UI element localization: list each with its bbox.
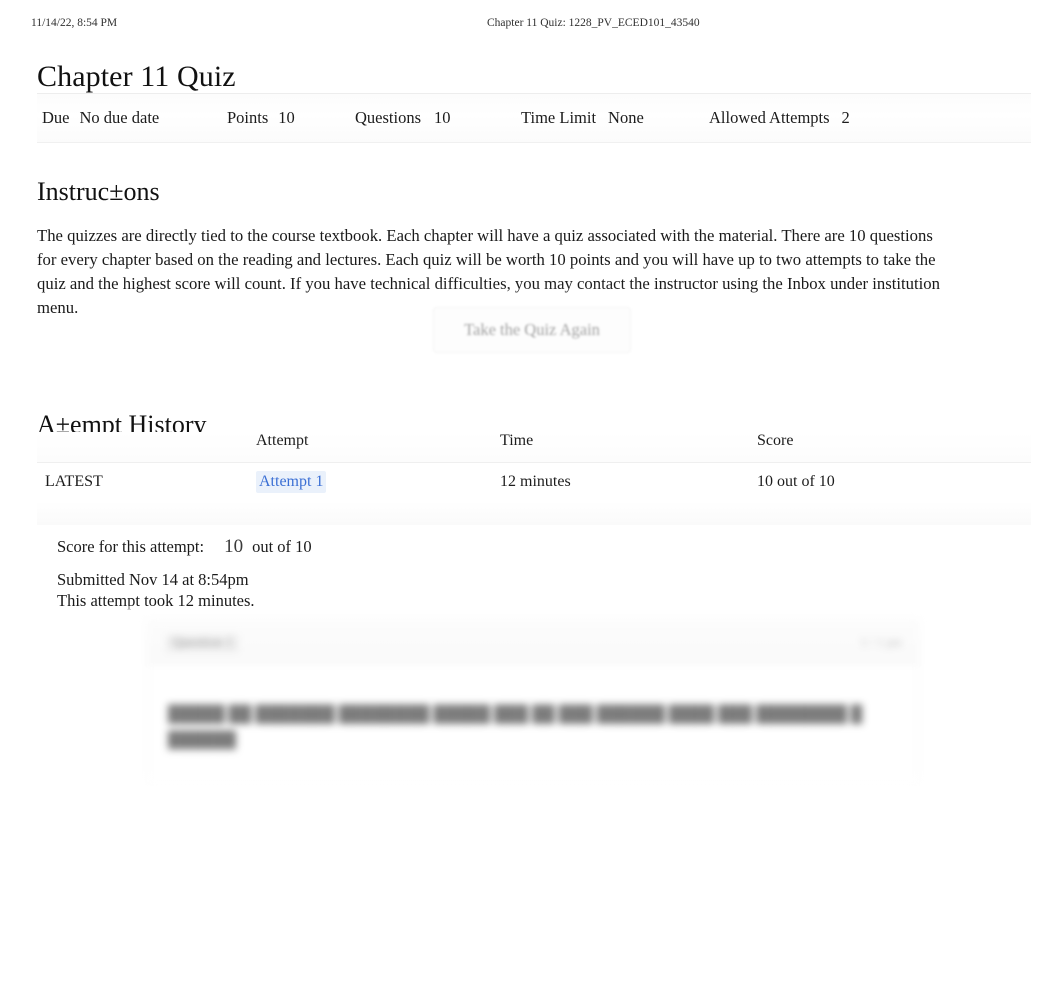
take-quiz-again-button[interactable]: Take the Quiz Again [433, 307, 631, 353]
row-kept-badge: LATEST [45, 473, 103, 490]
due-label: Due [42, 108, 70, 127]
page-bottom-fade [0, 786, 1062, 1006]
row-score-cell: 10 out of 10 [757, 473, 835, 490]
quiz-meta-allowed-attempts: Allowed Attempts 2 [709, 108, 850, 128]
column-header-time: Time [500, 432, 534, 449]
time-limit-value: None [608, 108, 644, 127]
score-for-attempt-line: Score for this attempt: 10 out of 10 [57, 536, 312, 560]
quiz-meta-points: Points 10 [227, 108, 295, 128]
question-panel-header: Question 1 1 / 1 pts [148, 621, 918, 664]
question-points: 1 / 1 pts [860, 634, 902, 649]
points-label: Points [227, 108, 269, 127]
submitted-line: Submitted Nov 14 at 8:54pm [57, 570, 249, 589]
page-title: Chapter 11 Quiz [37, 60, 236, 94]
score-out-of: out of 10 [252, 537, 312, 556]
allowed-attempts-value: 2 [841, 108, 850, 127]
table-row: LATEST Attempt 1 12 minutes 10 out of 10 [37, 463, 1031, 525]
questions-label: Questions [355, 108, 421, 127]
time-limit-label: Time Limit [521, 108, 597, 127]
quiz-meta-time-limit: Time Limit None [521, 108, 644, 128]
row-time-cell: 12 minutes [500, 473, 571, 490]
take-quiz-again-button-wrap: Take the Quiz Again [419, 298, 645, 362]
attempt-history-table: Attempt Time Score LATEST Attempt 1 12 m… [37, 432, 1031, 525]
column-header-attempt: Attempt [256, 432, 309, 449]
quiz-results-page: 11/14/22, 8:54 PM Chapter 11 Quiz: 1228_… [0, 0, 1062, 1006]
column-header-score: Score [757, 432, 794, 449]
attempt-duration-line: This attempt took 12 minutes. [57, 591, 255, 610]
row-attempt-cell: Attempt 1 [256, 471, 327, 493]
quiz-meta-strip: Due No due date Points 10 Questions 10 T… [37, 93, 1031, 143]
instructions-heading: Instruc±ons [37, 176, 160, 206]
score-label: Score for this attempt: [57, 537, 205, 556]
questions-value: 10 [434, 108, 451, 127]
print-header: 11/14/22, 8:54 PM Chapter 11 Quiz: 1228_… [0, 17, 1062, 33]
question-panel-body: █████ ██ ███████ ████████ █████ ███ ██ █… [148, 664, 918, 785]
due-value: No due date [79, 108, 160, 127]
quiz-meta-questions: Questions 10 [355, 108, 451, 128]
quiz-meta-due: Due No due date [42, 108, 159, 128]
score-value: 10 [224, 536, 244, 557]
allowed-attempts-label: Allowed Attempts [709, 108, 830, 127]
attempt-1-link[interactable]: Attempt 1 [256, 471, 327, 493]
score-summary: Score for this attempt: 10 out of 10 Sub… [57, 536, 312, 611]
print-document-title: Chapter 11 Quiz: 1228_PV_ECED101_43540 [487, 17, 700, 29]
question-label: Question 1 [166, 634, 240, 652]
print-timestamp: 11/14/22, 8:54 PM [31, 17, 118, 29]
question-text: █████ ██ ███████ ████████ █████ ███ ██ █… [168, 706, 863, 749]
question-panel-obscured: Question 1 1 / 1 pts █████ ██ ███████ ██… [147, 620, 919, 787]
attempt-history-header-row: Attempt Time Score [37, 432, 1031, 463]
points-value: 10 [278, 108, 295, 127]
